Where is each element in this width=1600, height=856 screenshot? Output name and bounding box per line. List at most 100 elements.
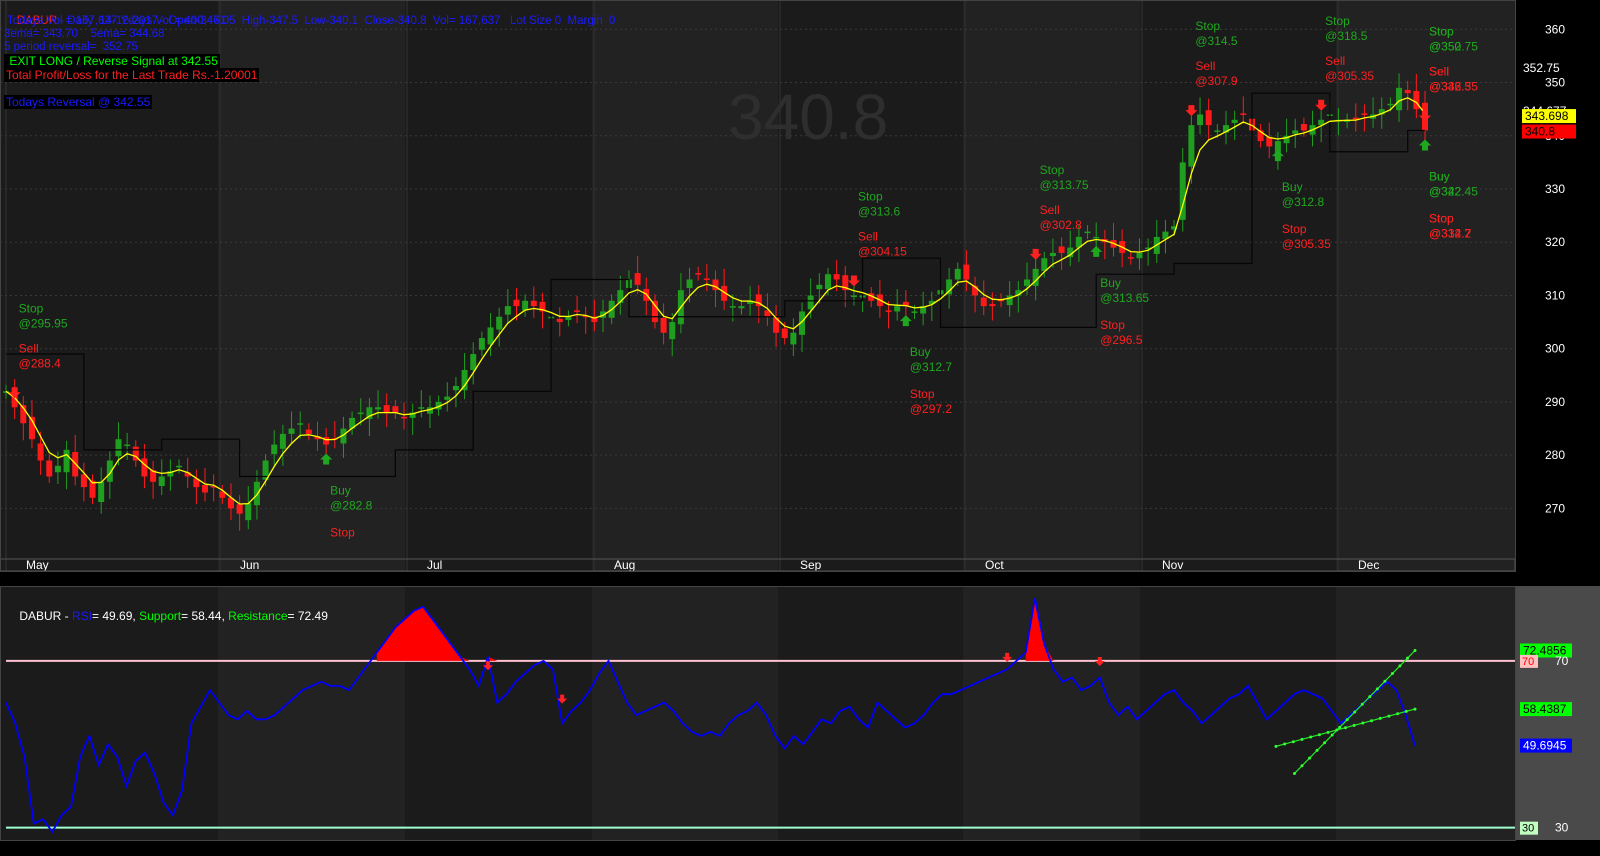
candle-body bbox=[1387, 103, 1394, 106]
reversal-line: 5 period reversal= 352.75 bbox=[4, 41, 138, 53]
candle-body bbox=[963, 264, 970, 280]
signal-sell-label: Sell bbox=[858, 229, 878, 243]
signal-stop-price: @313.75 bbox=[1040, 178, 1089, 192]
trendline-dot bbox=[1398, 664, 1402, 668]
x-tick-label: Jun bbox=[240, 558, 259, 572]
support-legend-label: Support bbox=[139, 609, 182, 623]
candle-body bbox=[1292, 130, 1299, 134]
candle-body bbox=[444, 396, 451, 400]
trendline-dot bbox=[1352, 723, 1356, 727]
candle-body bbox=[1058, 246, 1065, 253]
volume-line: Todays Vol = 167,637 Ydays Vol = 400,461 bbox=[4, 15, 227, 27]
trendline-dot bbox=[1375, 687, 1379, 691]
trendline-dot bbox=[1370, 719, 1374, 723]
candle-body bbox=[245, 503, 252, 521]
y-tick-label: 310 bbox=[1545, 288, 1565, 302]
trendline-dot bbox=[1360, 702, 1364, 706]
candle-body bbox=[176, 465, 183, 468]
signal-stop-label: Stop bbox=[1429, 24, 1454, 38]
trendline-dot bbox=[1368, 695, 1372, 699]
candle-body bbox=[418, 407, 425, 409]
candle-body bbox=[989, 303, 996, 307]
signal-stop-label: Stop bbox=[1195, 19, 1220, 33]
signal-sell-label: Sell bbox=[1325, 54, 1345, 68]
candle-body bbox=[115, 439, 122, 457]
candle-body bbox=[885, 310, 892, 312]
todays-reversal-text: Todays Reversal @ 342.55 bbox=[4, 95, 153, 109]
candle-body bbox=[1093, 236, 1100, 239]
rsi-legend-label: RSI bbox=[72, 609, 93, 623]
candle-body bbox=[279, 433, 286, 449]
candle-body bbox=[1136, 252, 1143, 259]
y-tick-label: 330 bbox=[1545, 182, 1565, 196]
signal-buy-price: @282.8 bbox=[330, 499, 373, 513]
candle-body bbox=[729, 306, 736, 308]
y-tick-label: 290 bbox=[1545, 395, 1565, 409]
candle-body bbox=[833, 274, 840, 280]
trendline-dot bbox=[1404, 709, 1408, 713]
signal-buy-label: Buy bbox=[1100, 276, 1121, 290]
trendline-dot bbox=[1361, 721, 1365, 725]
rsi-axis-70: 70 bbox=[1555, 654, 1569, 668]
candle-body bbox=[1214, 130, 1221, 132]
x-tick-label: Aug bbox=[614, 558, 635, 572]
month-band bbox=[1336, 0, 1515, 571]
trendline-dot bbox=[1378, 716, 1382, 720]
signal-sell-price: @288.4 bbox=[19, 356, 62, 370]
candle-body bbox=[392, 406, 399, 413]
candle-body bbox=[703, 278, 710, 280]
candle-body bbox=[954, 268, 961, 280]
candle-body bbox=[773, 316, 780, 333]
signal-stop-price: @313.6 bbox=[858, 204, 901, 218]
candle-body bbox=[271, 444, 278, 455]
month-band bbox=[218, 0, 405, 571]
y-tick-label: 350 bbox=[1545, 76, 1565, 90]
signal-stop-price: @352.75 bbox=[1429, 39, 1478, 53]
candle-body bbox=[686, 279, 693, 289]
signal-buy-label: Buy bbox=[1429, 169, 1450, 183]
candle-body bbox=[141, 458, 148, 477]
signal-stop-label: Stop bbox=[19, 301, 44, 315]
candle-body bbox=[651, 300, 658, 323]
signal-sell-price: @302.8 bbox=[1040, 218, 1083, 232]
price-tag-label: 340.8 bbox=[1525, 125, 1555, 139]
candle-body bbox=[1049, 252, 1056, 257]
x-tick-label: Sep bbox=[800, 558, 822, 572]
x-tick-label: Dec bbox=[1358, 558, 1379, 572]
rsi-legend-value: = 49.69 bbox=[92, 609, 133, 623]
y-tick-label: 320 bbox=[1545, 235, 1565, 249]
trendline-dot bbox=[1323, 741, 1327, 745]
candle-body bbox=[63, 449, 70, 473]
candle-body bbox=[824, 274, 831, 290]
trendline-dot bbox=[1308, 756, 1312, 760]
rsi-legend: DABUR - RSI= 49.69, Support= 58.44, Resi… bbox=[19, 609, 328, 623]
trendline-dot bbox=[1396, 712, 1400, 716]
y-tick-label: 300 bbox=[1545, 342, 1565, 356]
trendline-dot bbox=[1390, 672, 1394, 676]
candle-body bbox=[1231, 119, 1238, 123]
candle-body bbox=[124, 444, 131, 447]
signal-buy-label: Buy bbox=[910, 345, 931, 359]
candle-body bbox=[401, 416, 408, 419]
signal-sell-label: Sell bbox=[1195, 59, 1215, 73]
trendline-dot bbox=[1283, 742, 1287, 746]
signal-sell-label: Sell bbox=[1040, 203, 1060, 217]
ema-line: 3ema= 343.70 5ema= 344.68 bbox=[4, 28, 165, 40]
candle-body bbox=[1205, 110, 1212, 126]
signal-sell-price: @342.55 bbox=[1429, 79, 1478, 93]
candle-body bbox=[470, 354, 477, 370]
trendline-dot bbox=[1383, 679, 1387, 683]
candle-body bbox=[911, 311, 918, 313]
trendline-dot bbox=[1330, 733, 1334, 737]
candle-body bbox=[383, 405, 390, 413]
trendline-dot bbox=[1343, 726, 1347, 730]
signal-stop-label: Stop bbox=[858, 189, 883, 203]
signal-sell-label: Sell bbox=[1429, 64, 1449, 78]
trading-chart[interactable]: 270280290300310320330340350360MayJunJulA… bbox=[0, 0, 1600, 856]
candle-body bbox=[513, 299, 520, 307]
trendline-dot bbox=[1309, 735, 1313, 739]
candle-body bbox=[1413, 91, 1420, 110]
signal-sell-price: @305.35 bbox=[1325, 69, 1374, 83]
rsi-value-tag-label: 58.4387 bbox=[1523, 702, 1567, 716]
signal-buy-price: @313.65 bbox=[1100, 291, 1149, 305]
